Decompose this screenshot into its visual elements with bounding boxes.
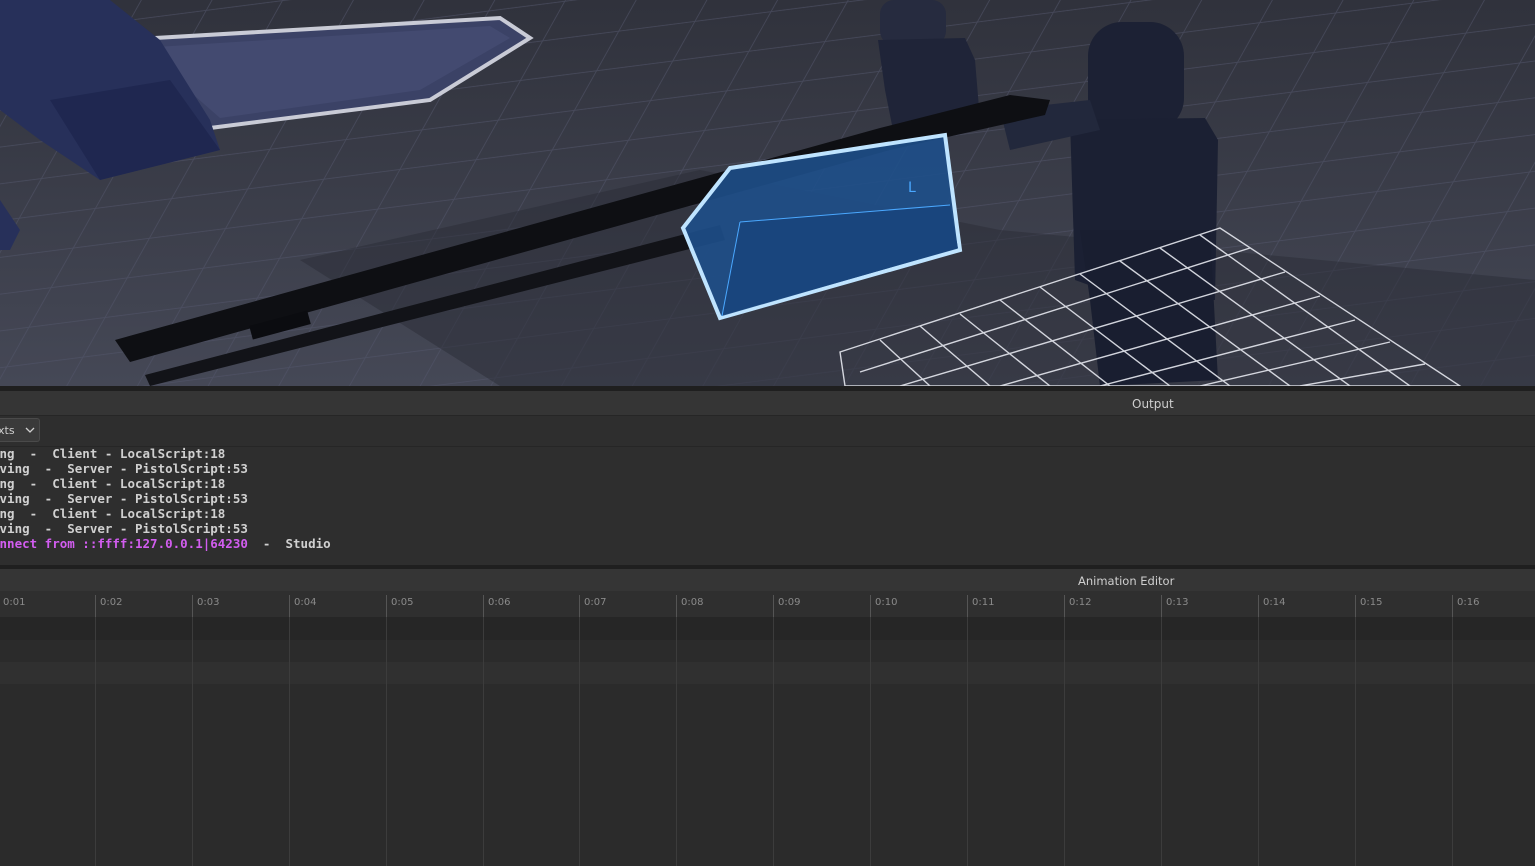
timeline-grid-line xyxy=(192,617,193,866)
timeline-tick-label: 0:14 xyxy=(1263,597,1286,608)
timeline-grid-line xyxy=(289,617,290,866)
timeline-tick xyxy=(386,595,387,617)
timeline-tick-label: 0:09 xyxy=(778,597,801,608)
timeline-tick-label: 0:03 xyxy=(197,597,220,608)
3d-viewport[interactable]: L xyxy=(0,0,1535,386)
output-toolbar: xts xyxy=(0,416,1535,447)
timeline-tick xyxy=(95,595,96,617)
timeline-tick-label: 0:16 xyxy=(1457,597,1480,608)
context-filter-dropdown[interactable]: xts xyxy=(0,418,40,442)
timeline-tick xyxy=(773,595,774,617)
output-log[interactable]: ing - Client - LocalScript:18 eving - Se… xyxy=(0,446,331,551)
track-row[interactable] xyxy=(0,618,1535,640)
timeline-tick xyxy=(870,595,871,617)
track-row[interactable] xyxy=(0,662,1535,684)
timeline-tick-label: 0:05 xyxy=(391,597,414,608)
timeline-grid-line xyxy=(579,617,580,866)
timeline-tick-label: 0:11 xyxy=(972,597,995,608)
connect-source: - Studio xyxy=(247,536,331,551)
timeline-grid-line xyxy=(676,617,677,866)
timeline-tick xyxy=(1355,595,1356,617)
log-line: ing - Client - LocalScript:18 xyxy=(0,476,226,491)
timeline-tick-label: 0:10 xyxy=(875,597,898,608)
timeline-tick-label: 0:06 xyxy=(488,597,511,608)
timeline-tick-label: 0:01 xyxy=(3,597,26,608)
timeline-grid-line xyxy=(386,617,387,866)
log-line: eving - Server - PistolScript:53 xyxy=(0,521,248,536)
timeline-tick-label: 0:12 xyxy=(1069,597,1092,608)
timeline-tick-label: 0:15 xyxy=(1360,597,1383,608)
selection-label: L xyxy=(908,180,916,196)
animation-editor-title: Animation Editor xyxy=(1078,574,1175,588)
log-line: eving - Server - PistolScript:53 xyxy=(0,461,248,476)
filter-label: xts xyxy=(0,424,15,437)
timeline-grid-line xyxy=(483,617,484,866)
timeline-grid-line xyxy=(1355,617,1356,866)
timeline-tick xyxy=(1452,595,1453,617)
output-panel: Output xts ing - Client - LocalScript:18… xyxy=(0,391,1535,565)
timeline-tick xyxy=(192,595,193,617)
timeline-tick xyxy=(1258,595,1259,617)
timeline-tick xyxy=(967,595,968,617)
connect-message: onnect from ::ffff:127.0.0.1|64230 xyxy=(0,536,248,551)
timeline-tick-label: 0:08 xyxy=(681,597,704,608)
timeline-tick xyxy=(676,595,677,617)
timeline-ruler[interactable]: 0:01 0:02 0:03 0:04 0:05 0:06 0:07 0:08 0:09 0:10… xyxy=(0,591,1535,618)
output-header: Output xyxy=(0,391,1535,416)
log-line-connect: onnect from ::ffff:127.0.0.1|64230 - Stu… xyxy=(0,536,331,551)
timeline-tick xyxy=(483,595,484,617)
chevron-down-icon xyxy=(25,427,35,433)
timeline-grid-line xyxy=(1452,617,1453,866)
log-line: eving - Server - PistolScript:53 xyxy=(0,491,248,506)
timeline-tick-label: 0:04 xyxy=(294,597,317,608)
timeline-tick xyxy=(1161,595,1162,617)
output-title: Output xyxy=(1132,397,1174,411)
timeline-tick-label: 0:13 xyxy=(1166,597,1189,608)
timeline-tick-label: 0:07 xyxy=(584,597,607,608)
timeline-grid-line xyxy=(1258,617,1259,866)
log-line: ing - Client - LocalScript:18 xyxy=(0,506,226,521)
timeline-grid-line xyxy=(1161,617,1162,866)
viewport-scene: L xyxy=(0,0,1535,386)
timeline-tick-label: 0:02 xyxy=(100,597,123,608)
timeline-grid-line xyxy=(773,617,774,866)
track-row[interactable] xyxy=(0,640,1535,662)
timeline-tick xyxy=(1064,595,1065,617)
timeline-grid-line xyxy=(1064,617,1065,866)
timeline-grid-line xyxy=(870,617,871,866)
timeline-grid-line xyxy=(967,617,968,866)
log-line: ing - Client - LocalScript:18 xyxy=(0,446,226,461)
timeline-grid-line xyxy=(95,617,96,866)
animation-editor-header: Animation Editor xyxy=(0,569,1535,591)
animation-editor-panel: Animation Editor 0:01 0:02 0:03 0:04 0:05 0:0… xyxy=(0,569,1535,866)
timeline-tick xyxy=(579,595,580,617)
timeline-tick xyxy=(289,595,290,617)
